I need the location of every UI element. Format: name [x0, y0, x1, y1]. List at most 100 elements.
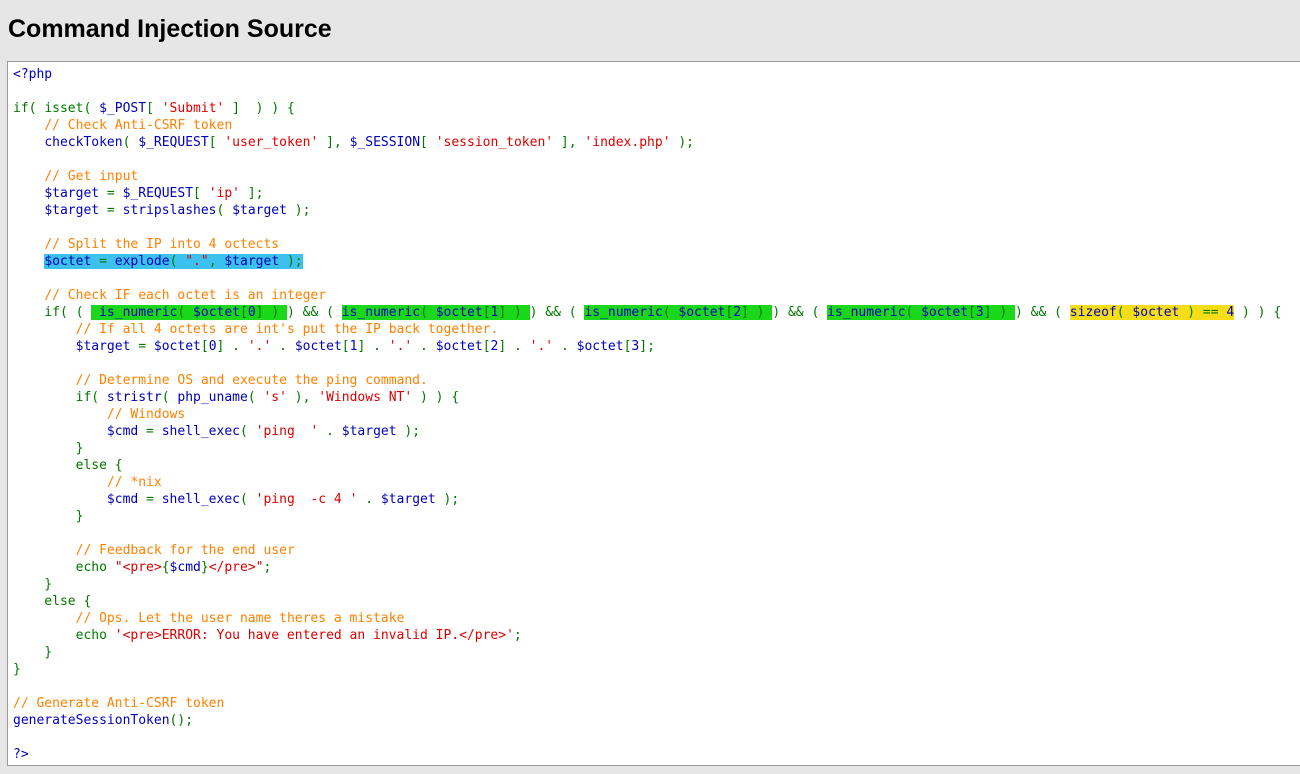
code-token: // Feedback for the end user [75, 543, 295, 558]
highlighted-code-token: 0 [247, 305, 256, 320]
code-line: if( isset( $_POST[ 'Submit' ] ) ) { [13, 100, 1281, 117]
code-token: ) ) { [1234, 305, 1282, 320]
code-token: ) ) { [412, 390, 460, 405]
code-token: $_REQUEST [138, 135, 209, 150]
code-line: // If all 4 octets are int's put the IP … [13, 321, 1281, 338]
code-token: $target [44, 186, 100, 201]
code-token: $target [75, 339, 131, 354]
code-token: ] ) ) { [224, 101, 295, 116]
code-token: $octet [294, 339, 342, 354]
code-token: isset [44, 101, 84, 116]
code-line: } [13, 440, 1281, 457]
highlighted-code-token: $target [224, 254, 280, 269]
code-token: ) && ( [529, 305, 585, 320]
highlighted-code-token: 2 [733, 305, 742, 320]
highlighted-code-token: is_numeric [341, 305, 421, 320]
code-token: } [13, 645, 53, 660]
code-token: = [99, 203, 123, 218]
code-line: } [13, 661, 1281, 678]
code-line: $target = $_REQUEST[ 'ip' ]; [13, 185, 1281, 202]
code-line: } [13, 508, 1281, 525]
highlighted-code-token: ( [662, 305, 679, 320]
highlighted-code-token: ( [1116, 305, 1133, 320]
code-line: checkToken( $_REQUEST[ 'user_token' ], $… [13, 134, 1281, 151]
highlighted-code-token: 4 [1226, 305, 1235, 320]
code-line: // Check IF each octet is an integer [13, 287, 1281, 304]
code-token: = [138, 424, 162, 439]
code-line: $cmd = shell_exec( 'ping -c 4 ' . $targe… [13, 491, 1281, 508]
code-token: // Check IF each octet is an integer [44, 288, 327, 303]
code-token: $octet [576, 339, 624, 354]
code-token: echo [13, 628, 115, 643]
highlighted-code-token: explode [114, 254, 170, 269]
code-token: $cmd [169, 560, 201, 575]
code-token: ]; [639, 339, 655, 354]
code-token: } [200, 560, 209, 575]
code-token: ( [161, 390, 178, 405]
code-line: generateSessionToken(); [13, 712, 1281, 729]
code-token: ( [83, 101, 100, 116]
code-token: checkToken [44, 135, 123, 150]
code-token: 'ping -c 4 ' [255, 492, 358, 507]
code-token: $target [341, 424, 397, 439]
code-token: ); [670, 135, 694, 150]
highlighted-code-token: ] ) [741, 305, 773, 320]
highlighted-code-token: [ [240, 305, 248, 320]
code-line: ?> [13, 746, 1281, 763]
code-token: [ [200, 339, 209, 354]
page-title: Command Injection Source [8, 15, 332, 43]
code-token: ) && ( [1015, 305, 1070, 320]
code-token: // Determine OS and execute the ping com… [75, 373, 428, 388]
code-line: else { [13, 593, 1281, 610]
highlighted-code-token: ); [279, 254, 303, 269]
highlighted-code-token: [ [968, 305, 976, 320]
code-token: ) && ( [772, 305, 828, 320]
code-token: (); [169, 713, 194, 728]
code-token: . [318, 424, 342, 439]
highlighted-code-token: [ [725, 305, 734, 320]
code-token: ( [216, 203, 233, 218]
code-token: <?php [13, 67, 53, 82]
code-token: $cmd [106, 424, 139, 439]
code-token: $cmd [106, 492, 139, 507]
highlighted-code-token: ] ) [498, 305, 530, 320]
code-token: ] . [357, 339, 389, 354]
code-token: echo [13, 560, 115, 575]
code-line: // Ops. Let the user name theres a mista… [13, 610, 1281, 627]
code-line: // Windows [13, 406, 1281, 423]
code-line: // Split the IP into 4 octects [13, 236, 1281, 253]
code-token: stripslashes [122, 203, 217, 218]
code-token: // Ops. Let the user name theres a mista… [75, 611, 405, 626]
code-token: // Check Anti-CSRF token [44, 118, 233, 133]
code-line: if( ( is_numeric( $octet[0] ) ) && ( is_… [13, 304, 1281, 321]
code-token: ]; [240, 186, 264, 201]
code-token: [ [341, 339, 350, 354]
code-token: // Split the IP into 4 octects [44, 237, 280, 252]
highlighted-code-token: ( [177, 305, 194, 320]
highlighted-code-token: ] ) [983, 305, 1015, 320]
code-token: } [13, 441, 84, 456]
highlighted-code-token: $octet [44, 254, 92, 269]
code-token: . [271, 339, 295, 354]
highlighted-code-token: ] ) [255, 305, 287, 320]
highlighted-code-token: $octet [1132, 305, 1180, 320]
code-line: // Check Anti-CSRF token [13, 117, 1281, 134]
code-token: '.' [247, 339, 272, 354]
code-token: ), [286, 390, 319, 405]
code-token: } [13, 662, 21, 677]
source-code-panel: <?php if( isset( $_POST[ 'Submit' ] ) ) … [7, 61, 1300, 766]
highlighted-code-token: ( [905, 305, 922, 320]
